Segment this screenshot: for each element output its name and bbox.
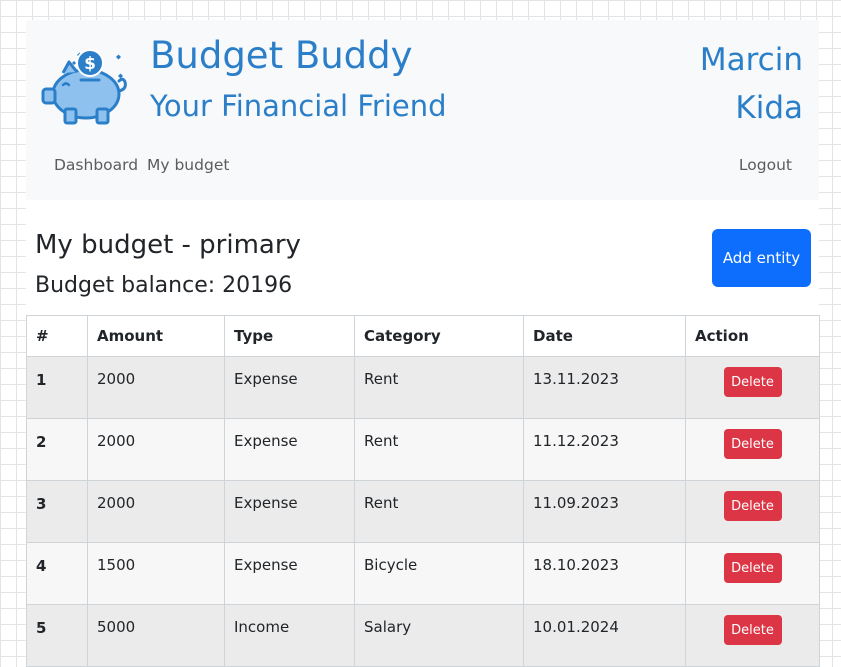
header-action: Action xyxy=(685,315,820,357)
row-type: Income xyxy=(224,604,355,667)
row-category: Bicycle xyxy=(354,542,524,605)
row-number: 4 xyxy=(26,542,88,605)
nav-my-budget-link[interactable]: My budget xyxy=(147,156,229,174)
row-category: Rent xyxy=(354,480,524,543)
user-name: Marcin Kida xyxy=(643,36,803,132)
delete-button[interactable]: Delete xyxy=(723,367,782,397)
delete-button[interactable]: Delete xyxy=(723,615,782,645)
table-row: 3 2000 Expense Rent 11.09.2023 Delete xyxy=(26,480,820,543)
row-date: 11.12.2023 xyxy=(523,418,686,481)
row-category: Rent xyxy=(354,418,524,481)
navbar: $ Budget Buddy Your Financial Friend Mar… xyxy=(26,20,819,200)
delete-button[interactable]: Delete xyxy=(723,429,782,459)
delete-button[interactable]: Delete xyxy=(723,553,782,583)
row-date: 11.09.2023 xyxy=(523,480,686,543)
table-row: 4 1500 Expense Bicycle 18.10.2023 Delete xyxy=(26,542,820,605)
row-type: Expense xyxy=(224,542,355,605)
row-amount: 2000 xyxy=(87,356,225,419)
row-number: 3 xyxy=(26,480,88,543)
table-header-row: # Amount Type Category Date Action xyxy=(26,315,820,357)
header-amount: Amount xyxy=(87,315,225,357)
row-action: Delete xyxy=(685,418,820,481)
svg-text:$: $ xyxy=(84,54,96,74)
page-container: $ Budget Buddy Your Financial Friend Mar… xyxy=(26,20,820,667)
row-date: 18.10.2023 xyxy=(523,542,686,605)
delete-button[interactable]: Delete xyxy=(723,491,782,521)
budget-table: # Amount Type Category Date Action 1 200… xyxy=(26,315,820,667)
row-amount: 2000 xyxy=(87,418,225,481)
row-amount: 2000 xyxy=(87,480,225,543)
row-category: Rent xyxy=(354,356,524,419)
brand-subtitle: Your Financial Friend xyxy=(150,89,447,123)
budget-balance: Budget balance: 20196 xyxy=(35,273,293,298)
piggy-bank-icon[interactable]: $ xyxy=(39,39,129,127)
header-category: Category xyxy=(354,315,524,357)
row-date: 10.01.2024 xyxy=(523,604,686,667)
nav-logout-link[interactable]: Logout xyxy=(739,156,792,174)
row-action: Delete xyxy=(685,480,820,543)
header-number: # xyxy=(26,315,88,357)
row-amount: 5000 xyxy=(87,604,225,667)
header-date: Date xyxy=(523,315,686,357)
row-action: Delete xyxy=(685,542,820,605)
row-category: Salary xyxy=(354,604,524,667)
row-type: Expense xyxy=(224,480,355,543)
row-type: Expense xyxy=(224,418,355,481)
brand-title: Budget Buddy xyxy=(150,34,413,77)
user-first-name: Marcin xyxy=(699,42,803,78)
row-action: Delete xyxy=(685,604,820,667)
row-number: 5 xyxy=(26,604,88,667)
table-row: 1 2000 Expense Rent 13.11.2023 Delete xyxy=(26,356,820,419)
header-type: Type xyxy=(224,315,355,357)
add-entity-button[interactable]: Add entity xyxy=(712,229,811,287)
nav-dashboard-link[interactable]: Dashboard xyxy=(54,156,138,174)
row-type: Expense xyxy=(224,356,355,419)
row-action: Delete xyxy=(685,356,820,419)
user-last-name: Kida xyxy=(735,90,803,126)
row-number: 2 xyxy=(26,418,88,481)
row-amount: 1500 xyxy=(87,542,225,605)
row-number: 1 xyxy=(26,356,88,419)
table-row: 5 5000 Income Salary 10.01.2024 Delete xyxy=(26,604,820,667)
table-row: 2 2000 Expense Rent 11.12.2023 Delete xyxy=(26,418,820,481)
row-date: 13.11.2023 xyxy=(523,356,686,419)
page-title: My budget - primary xyxy=(35,230,301,260)
